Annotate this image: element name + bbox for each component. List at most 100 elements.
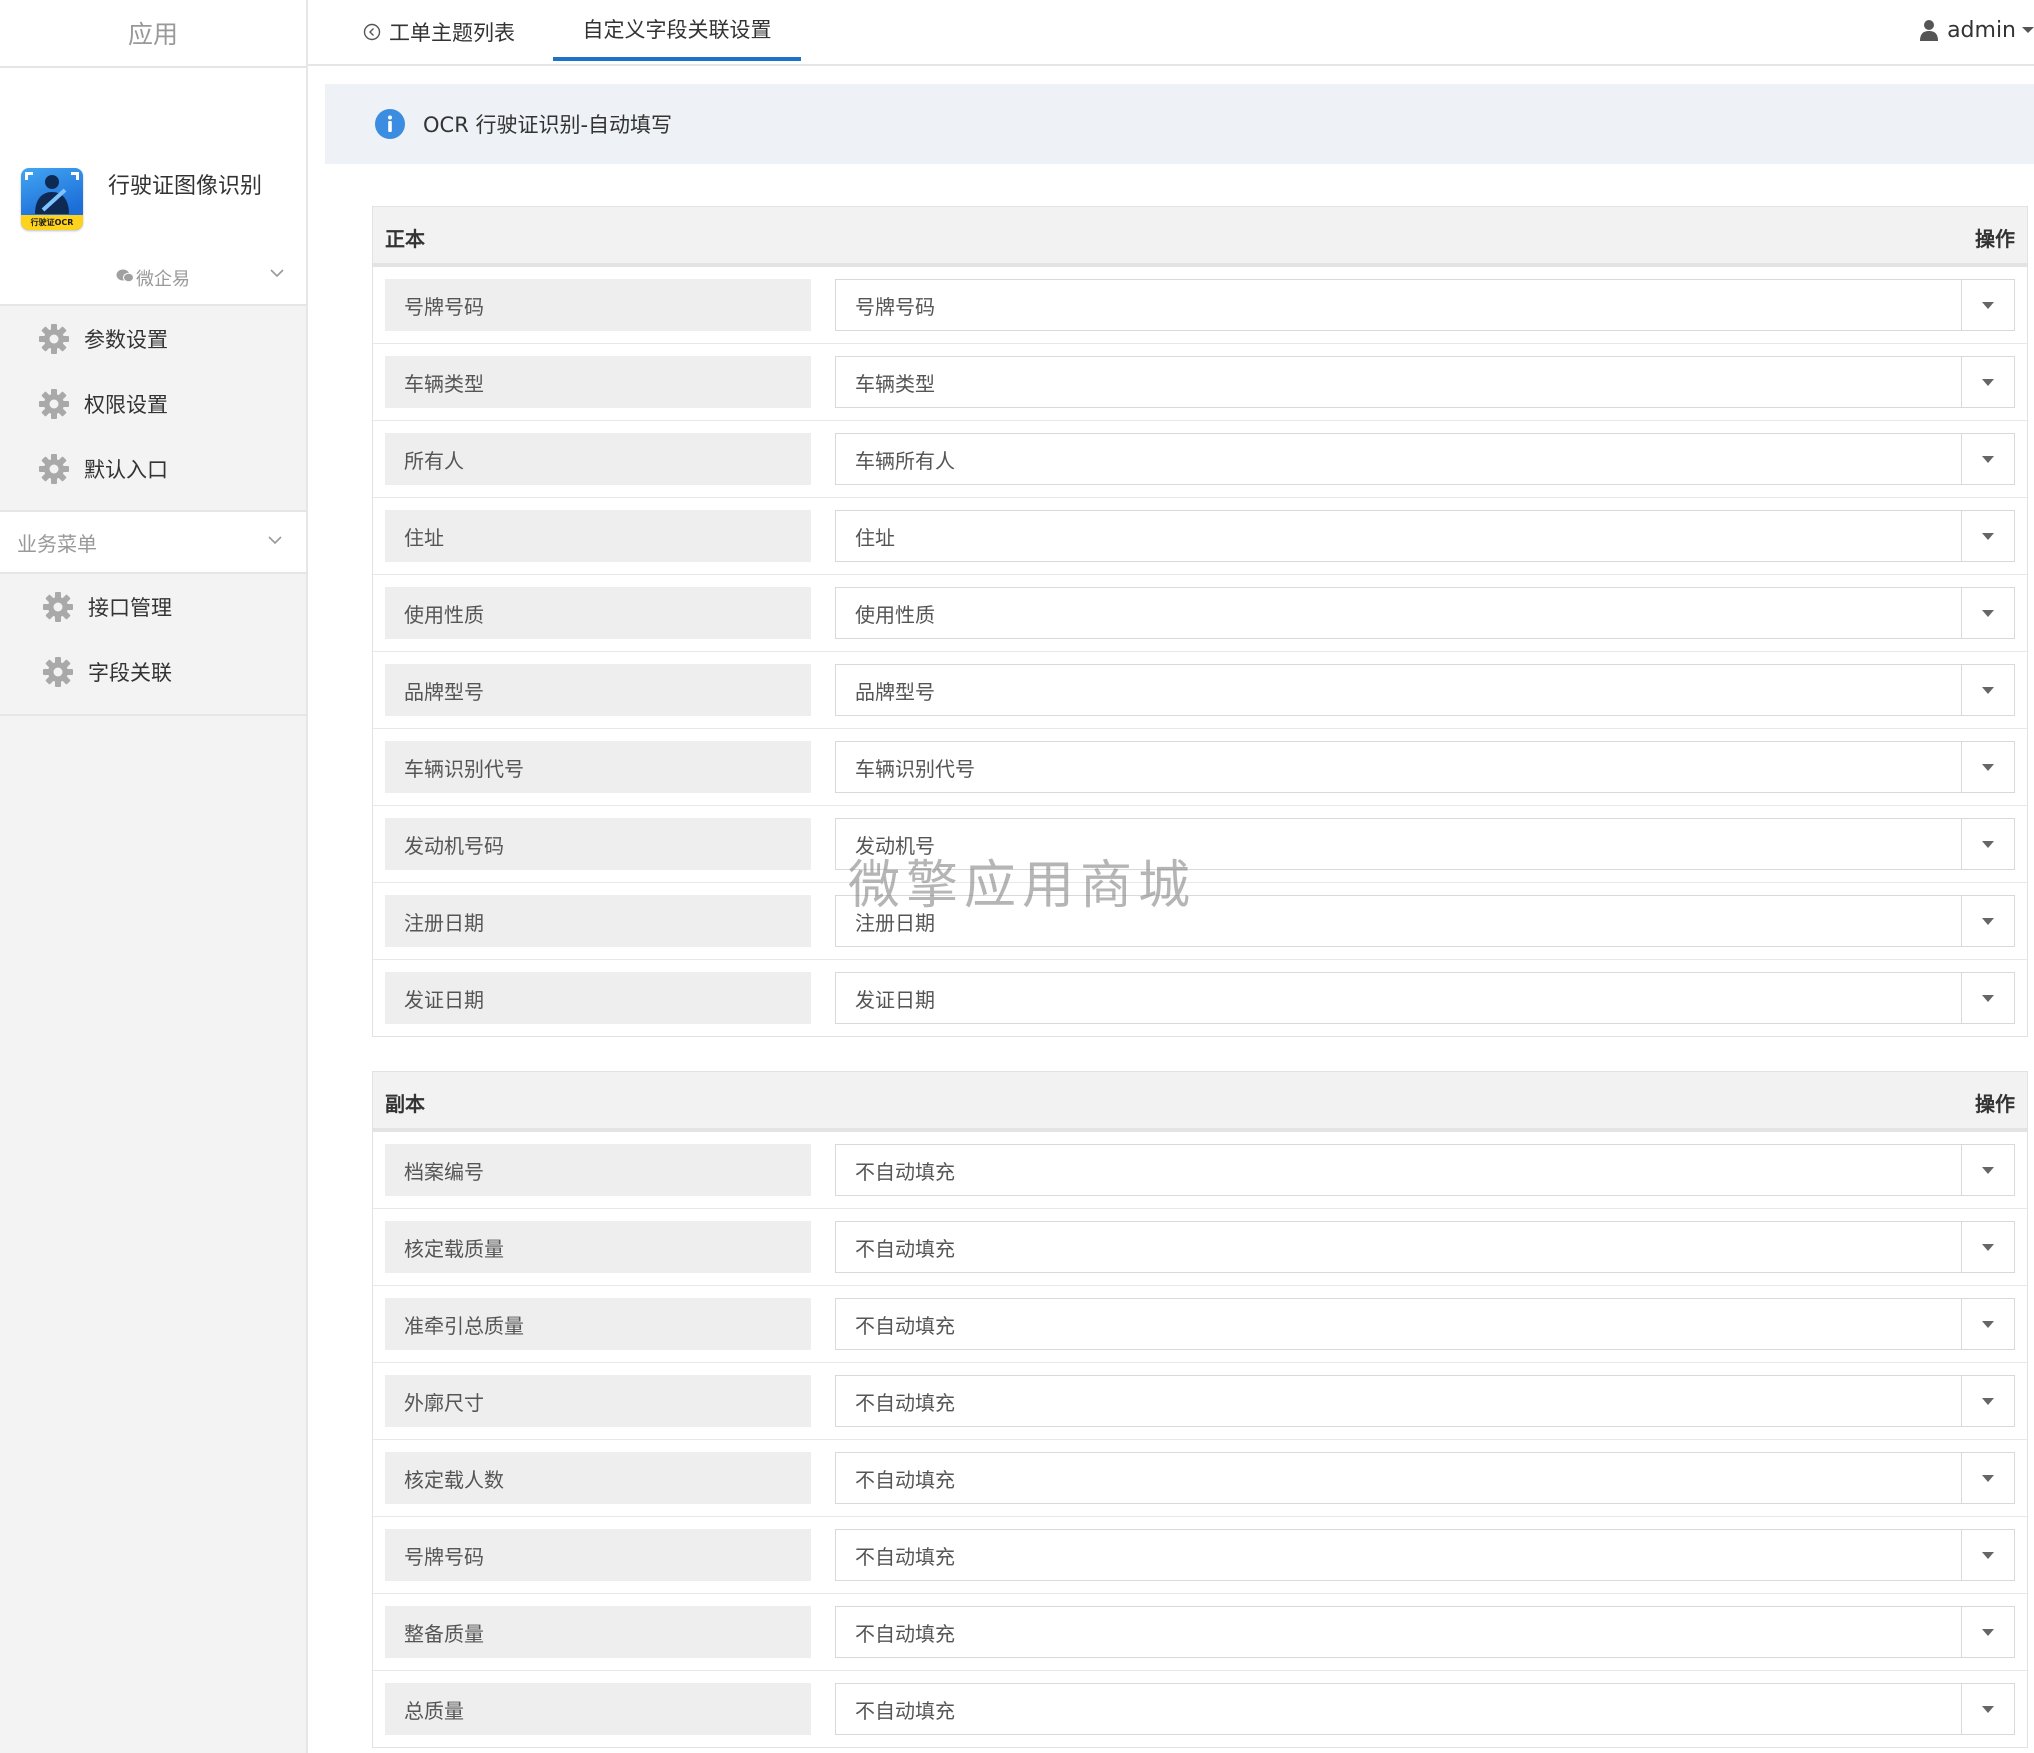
field-row: 准牵引总质量 不自动填充 bbox=[373, 1286, 2027, 1363]
field-select[interactable]: 车辆类型 bbox=[835, 356, 2015, 408]
field-select[interactable]: 使用性质 bbox=[835, 587, 2015, 639]
field-label: 号牌号码 bbox=[385, 1529, 811, 1581]
select-value: 发动机号 bbox=[855, 833, 935, 858]
corp-switcher[interactable]: 微企易 bbox=[0, 252, 306, 306]
top-nav: 工单主题列表 自定义字段关联设置 admin bbox=[308, 0, 2034, 66]
dropdown-arrow-icon[interactable] bbox=[1961, 357, 2014, 407]
field-row: 使用性质 使用性质 bbox=[373, 575, 2027, 652]
select-value: 发证日期 bbox=[855, 987, 935, 1012]
field-label: 整备质量 bbox=[385, 1606, 811, 1658]
field-select[interactable]: 发动机号 bbox=[835, 818, 2015, 870]
field-row: 注册日期 注册日期 bbox=[373, 883, 2027, 960]
dropdown-arrow-icon[interactable] bbox=[1961, 1299, 2014, 1349]
gear-icon bbox=[42, 591, 74, 623]
field-label: 核定载人数 bbox=[385, 1452, 811, 1504]
dropdown-arrow-icon[interactable] bbox=[1961, 588, 2014, 638]
field-label: 号牌号码 bbox=[385, 279, 811, 331]
field-label: 使用性质 bbox=[385, 587, 811, 639]
field-label: 总质量 bbox=[385, 1683, 811, 1735]
panel-original: 正本 操作 号牌号码 号牌号码 车辆类型 车辆类型 所有人 车辆所有人 住址 住址 使用… bbox=[372, 206, 2028, 1037]
field-row: 号牌号码 号牌号码 bbox=[373, 267, 2027, 344]
field-select[interactable]: 不自动填充 bbox=[835, 1452, 2015, 1504]
select-value: 车辆识别代号 bbox=[855, 756, 975, 781]
field-select[interactable]: 不自动填充 bbox=[835, 1144, 2015, 1196]
caret-down-icon bbox=[2022, 26, 2034, 34]
field-select[interactable]: 不自动填充 bbox=[835, 1683, 2015, 1735]
field-label: 档案编号 bbox=[385, 1144, 811, 1196]
gear-icon bbox=[42, 656, 74, 688]
dropdown-arrow-icon[interactable] bbox=[1961, 1607, 2014, 1657]
field-row: 品牌型号 品牌型号 bbox=[373, 652, 2027, 729]
field-label: 准牵引总质量 bbox=[385, 1298, 811, 1350]
dropdown-arrow-icon[interactable] bbox=[1961, 511, 2014, 561]
menu-item-label: 字段关联 bbox=[88, 660, 172, 685]
app-logo[interactable]: 行驶证OCR bbox=[21, 168, 83, 230]
field-label: 车辆类型 bbox=[385, 356, 811, 408]
op-header: 操作 bbox=[1975, 227, 2015, 251]
select-value: 号牌号码 bbox=[855, 294, 935, 319]
field-select[interactable]: 车辆所有人 bbox=[835, 433, 2015, 485]
field-label: 车辆识别代号 bbox=[385, 741, 811, 793]
user-menu[interactable]: admin bbox=[1920, 0, 2034, 60]
dropdown-arrow-icon[interactable] bbox=[1961, 1530, 2014, 1580]
field-select[interactable]: 不自动填充 bbox=[835, 1298, 2015, 1350]
dropdown-arrow-icon[interactable] bbox=[1961, 1222, 2014, 1272]
wechat-icon bbox=[116, 269, 134, 287]
dropdown-arrow-icon[interactable] bbox=[1961, 973, 2014, 1023]
tab-label: 工单主题列表 bbox=[389, 21, 515, 45]
tab-ticket-list[interactable]: 工单主题列表 bbox=[363, 0, 515, 64]
field-label: 品牌型号 bbox=[385, 664, 811, 716]
field-row: 核定载质量 不自动填充 bbox=[373, 1209, 2027, 1286]
dropdown-arrow-icon[interactable] bbox=[1961, 819, 2014, 869]
dropdown-arrow-icon[interactable] bbox=[1961, 1145, 2014, 1195]
dropdown-arrow-icon[interactable] bbox=[1961, 280, 2014, 330]
menu-item-permissions[interactable]: 权限设置 bbox=[0, 371, 306, 436]
corp-label: 微企易 bbox=[136, 269, 190, 290]
dropdown-arrow-icon[interactable] bbox=[1961, 434, 2014, 484]
dropdown-arrow-icon[interactable] bbox=[1961, 1453, 2014, 1503]
dropdown-arrow-icon[interactable] bbox=[1961, 665, 2014, 715]
field-select[interactable]: 不自动填充 bbox=[835, 1221, 2015, 1273]
field-select[interactable]: 车辆识别代号 bbox=[835, 741, 2015, 793]
field-select[interactable]: 号牌号码 bbox=[835, 279, 2015, 331]
field-select[interactable]: 不自动填充 bbox=[835, 1375, 2015, 1427]
select-value: 不自动填充 bbox=[855, 1621, 955, 1646]
field-select[interactable]: 不自动填充 bbox=[835, 1606, 2015, 1658]
driver-icon bbox=[25, 172, 79, 214]
panel-title: 副本 bbox=[385, 1092, 425, 1116]
business-menu-toggle[interactable]: 业务菜单 bbox=[0, 510, 306, 574]
field-row: 车辆类型 车辆类型 bbox=[373, 344, 2027, 421]
field-select[interactable]: 注册日期 bbox=[835, 895, 2015, 947]
select-value: 不自动填充 bbox=[855, 1313, 955, 1338]
business-menu: 接口管理 字段关联 bbox=[0, 574, 306, 716]
tab-custom-field-mapping[interactable]: 自定义字段关联设置 bbox=[553, 0, 801, 61]
dropdown-arrow-icon[interactable] bbox=[1961, 1376, 2014, 1426]
logo-text: 行驶证OCR bbox=[21, 215, 83, 230]
chevron-down-icon bbox=[268, 264, 286, 287]
field-row: 外廓尺寸 不自动填充 bbox=[373, 1363, 2027, 1440]
menu-item-api[interactable]: 接口管理 bbox=[0, 574, 306, 639]
user-icon bbox=[1920, 19, 1939, 41]
field-select[interactable]: 品牌型号 bbox=[835, 664, 2015, 716]
field-select[interactable]: 发证日期 bbox=[835, 972, 2015, 1024]
field-row: 住址 住址 bbox=[373, 498, 2027, 575]
menu-item-params[interactable]: 参数设置 bbox=[0, 306, 306, 371]
field-label: 所有人 bbox=[385, 433, 811, 485]
field-row: 发动机号码 发动机号 bbox=[373, 806, 2027, 883]
field-label: 核定载质量 bbox=[385, 1221, 811, 1273]
field-label: 发证日期 bbox=[385, 972, 811, 1024]
dropdown-arrow-icon[interactable] bbox=[1961, 896, 2014, 946]
select-value: 注册日期 bbox=[855, 910, 935, 935]
dropdown-arrow-icon[interactable] bbox=[1961, 1684, 2014, 1734]
field-select[interactable]: 住址 bbox=[835, 510, 2015, 562]
gear-icon bbox=[38, 453, 70, 485]
panel-header: 正本 操作 bbox=[373, 207, 2027, 267]
app-card: 行驶证OCR 行驶证图像识别 bbox=[0, 68, 306, 252]
menu-item-default-entry[interactable]: 默认入口 bbox=[0, 436, 306, 501]
chevron-down-icon bbox=[266, 530, 284, 554]
gear-icon bbox=[38, 323, 70, 355]
field-label: 注册日期 bbox=[385, 895, 811, 947]
dropdown-arrow-icon[interactable] bbox=[1961, 742, 2014, 792]
field-select[interactable]: 不自动填充 bbox=[835, 1529, 2015, 1581]
menu-item-field-mapping[interactable]: 字段关联 bbox=[0, 639, 306, 704]
